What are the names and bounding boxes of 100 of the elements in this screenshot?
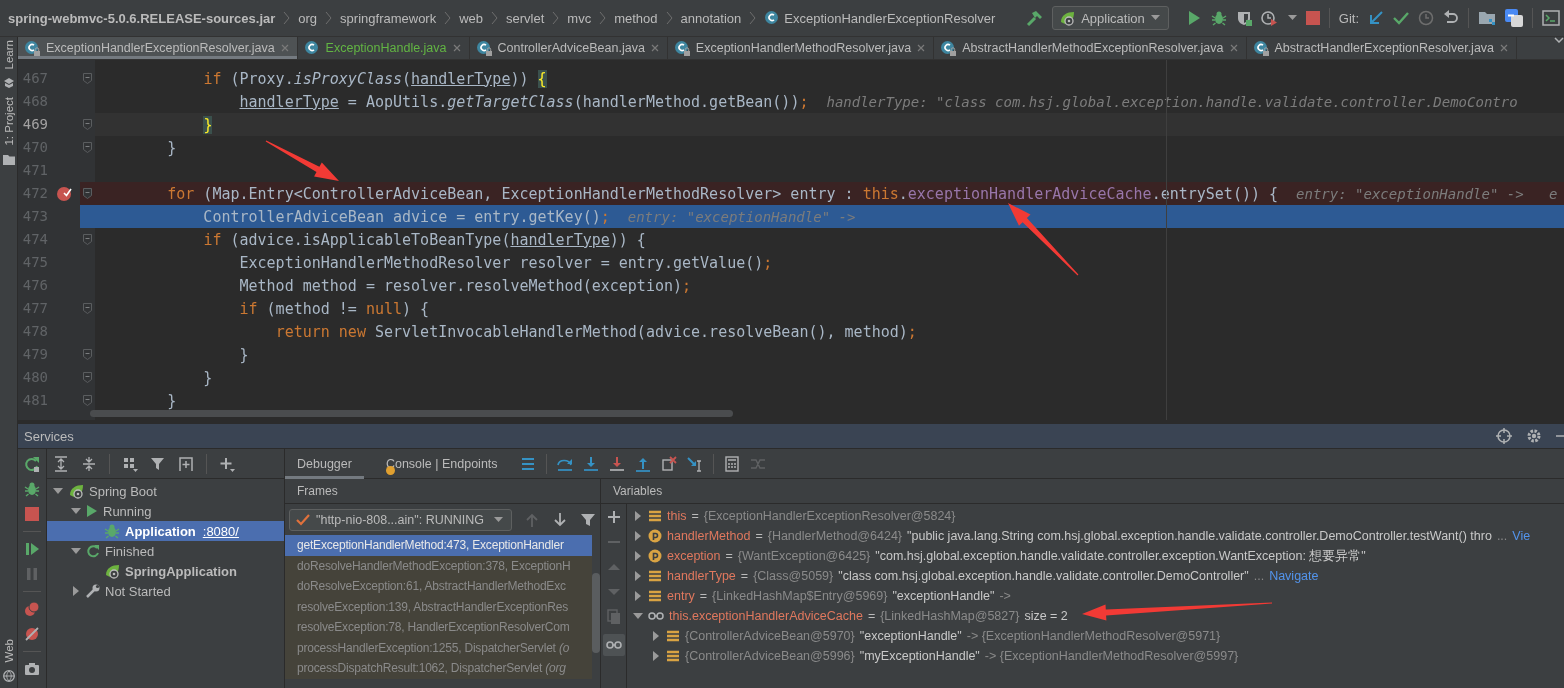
target-icon[interactable] bbox=[1496, 428, 1512, 444]
update-project-icon[interactable] bbox=[1368, 10, 1384, 26]
layout-icon[interactable] bbox=[519, 455, 536, 472]
close-icon[interactable] bbox=[1500, 44, 1509, 52]
debugger-tab[interactable]: Debugger bbox=[285, 448, 364, 479]
collapse-all-icon[interactable] bbox=[81, 455, 97, 472]
mute-breakpoints-icon[interactable] bbox=[24, 626, 40, 642]
globe-icon[interactable] bbox=[2, 670, 15, 682]
add-icon[interactable] bbox=[605, 509, 622, 525]
tab-list-caret-icon[interactable] bbox=[1554, 37, 1564, 43]
add-icon[interactable] bbox=[219, 455, 235, 472]
coverage-icon[interactable] bbox=[1235, 10, 1252, 26]
step-out-icon[interactable] bbox=[634, 455, 651, 472]
breakpoint-icon[interactable] bbox=[56, 185, 72, 202]
expanded-arrow-icon[interactable] bbox=[633, 611, 643, 621]
editor-tab[interactable]: AbstractHandlerMethodExceptionResolver.java bbox=[934, 37, 1247, 59]
breadcrumb-item[interactable]: springframework bbox=[340, 10, 437, 26]
tree-item[interactable]: Application :8080/ bbox=[47, 521, 284, 541]
port-link[interactable]: :8080/ bbox=[202, 523, 239, 539]
down-arrow-icon[interactable] bbox=[552, 512, 568, 528]
breadcrumb-item[interactable]: web bbox=[459, 10, 484, 26]
breadcrumb-item[interactable]: mvc bbox=[567, 10, 592, 26]
variable-row[interactable]: entry = {LinkedHashMap$Entry@5969} "exceptionHandle" -> bbox=[627, 586, 1564, 606]
variable-row[interactable]: exception = {WantException@6425} "com.hsj.global.exception.handle.validate.controller.exception.WantException: 想要异常" bbox=[627, 546, 1564, 566]
variable-row[interactable]: {ControllerAdviceBean@5970} "exceptionHandle" -> {ExceptionHandlerMethodResolver@5971} bbox=[627, 626, 1564, 646]
tree-item[interactable]: Spring Boot bbox=[47, 481, 284, 501]
step-into-icon[interactable] bbox=[582, 455, 599, 472]
stack-frame[interactable]: doResolveHandlerMethodException:378, ExceptionH bbox=[285, 555, 592, 576]
stack-frame[interactable]: getExceptionHandlerMethod:473, ExceptionHandler bbox=[285, 535, 592, 556]
close-icon[interactable] bbox=[650, 44, 659, 52]
camera-icon[interactable] bbox=[24, 661, 40, 677]
tool-window-button[interactable]: 1: Project bbox=[0, 97, 17, 146]
variable-row[interactable]: this.exceptionHandlerAdviceCache = {LinkedHashMap@5827} size = 2 bbox=[627, 606, 1564, 626]
collapsed-arrow-icon[interactable] bbox=[651, 631, 661, 641]
collapsed-arrow-icon[interactable] bbox=[633, 571, 643, 581]
settings-icon[interactable] bbox=[1526, 428, 1542, 444]
stop-icon[interactable] bbox=[24, 506, 40, 522]
expanded-arrow-icon[interactable] bbox=[71, 506, 81, 516]
fold-marker-icon[interactable] bbox=[83, 119, 92, 130]
folder-icon[interactable] bbox=[2, 154, 15, 165]
filter-icon[interactable] bbox=[580, 512, 596, 528]
folder-icon[interactable] bbox=[1478, 10, 1496, 26]
fold-marker-icon[interactable] bbox=[83, 188, 92, 199]
close-icon[interactable] bbox=[1229, 44, 1238, 52]
collapsed-arrow-icon[interactable] bbox=[633, 511, 643, 521]
editor-tab[interactable]: ExceptionHandle.java bbox=[297, 37, 470, 59]
navigate-link[interactable]: Navigate bbox=[1269, 569, 1319, 583]
stack-frame[interactable]: processDispatchResult:1062, DispatcherServlet (org bbox=[285, 658, 592, 679]
history-icon[interactable] bbox=[1418, 10, 1434, 26]
expand-all-icon[interactable] bbox=[53, 455, 69, 472]
navigate-link[interactable]: Vie bbox=[1512, 529, 1531, 543]
breadcrumb-item[interactable]: ExceptionHandlerExceptionResolver bbox=[764, 10, 996, 26]
caret-down-icon[interactable] bbox=[494, 517, 503, 523]
collapsed-arrow-icon[interactable] bbox=[651, 651, 661, 661]
breadcrumb-item[interactable]: org bbox=[298, 10, 318, 26]
fold-marker-icon[interactable] bbox=[83, 303, 92, 314]
vertical-scrollbar[interactable] bbox=[592, 573, 600, 653]
add-service-icon[interactable] bbox=[178, 455, 194, 472]
breadcrumb-item[interactable]: servlet bbox=[506, 10, 545, 26]
calculator-icon[interactable] bbox=[723, 455, 740, 472]
fold-marker-icon[interactable] bbox=[83, 349, 92, 360]
revert-icon[interactable] bbox=[1443, 10, 1459, 26]
rerun-icon[interactable] bbox=[24, 456, 40, 472]
expanded-arrow-icon[interactable] bbox=[71, 546, 81, 556]
group-by-icon[interactable] bbox=[122, 455, 138, 472]
breadcrumb-item[interactable]: method bbox=[614, 10, 658, 26]
hammer-icon[interactable] bbox=[1025, 9, 1044, 27]
breakpoints-icon[interactable] bbox=[24, 601, 40, 617]
tree-item[interactable]: Not Started bbox=[47, 581, 284, 601]
commit-icon[interactable] bbox=[1393, 10, 1409, 26]
variable-row[interactable]: this = {ExceptionHandlerExceptionResolver@5824} bbox=[627, 506, 1564, 526]
learn-icon[interactable] bbox=[2, 77, 15, 90]
horizontal-scrollbar[interactable] bbox=[90, 410, 733, 417]
breadcrumb-item[interactable]: annotation bbox=[680, 10, 742, 26]
editor-tab[interactable]: ControllerAdviceBean.java bbox=[469, 37, 668, 59]
run-to-cursor-icon[interactable] bbox=[686, 455, 703, 472]
filter-icon[interactable] bbox=[150, 455, 166, 472]
collapsed-arrow-icon[interactable] bbox=[71, 586, 81, 596]
collapsed-arrow-icon[interactable] bbox=[633, 551, 643, 561]
close-icon[interactable] bbox=[452, 44, 461, 52]
editor-tab[interactable]: ExceptionHandlerExceptionResolver.java bbox=[18, 37, 298, 59]
debugger-tab[interactable]: Console | Endpoints bbox=[373, 448, 510, 479]
editor-tab[interactable]: AbstractHandlerExceptionResolver.java bbox=[1246, 37, 1518, 59]
profiler-menu-caret-icon[interactable] bbox=[1287, 15, 1297, 21]
fold-marker-icon[interactable] bbox=[83, 372, 92, 383]
terminal-icon[interactable] bbox=[1542, 10, 1560, 26]
thread-dropdown[interactable]: "http-nio-808...ain": RUNNING bbox=[289, 509, 512, 531]
fold-marker-icon[interactable] bbox=[83, 73, 92, 84]
tool-window-button[interactable]: Web bbox=[0, 638, 17, 662]
breadcrumb-item[interactable]: spring-webmvc-5.0.6.RELEASE-sources.jar bbox=[8, 10, 276, 26]
variable-row[interactable]: handlerMethod = {HandlerMethod@6424} "public java.lang.String com.hsj.global.exception.handle.validate.controller.DemoController.testWant() thro ... Vie bbox=[627, 526, 1564, 546]
fold-marker-icon[interactable] bbox=[83, 234, 92, 245]
stack-frame[interactable]: resolveException:139, AbstractHandlerExceptionRes bbox=[285, 596, 592, 617]
debug-icon[interactable] bbox=[1210, 10, 1227, 26]
run-configuration-dropdown[interactable]: Application bbox=[1052, 6, 1169, 30]
close-icon[interactable] bbox=[917, 44, 926, 52]
stack-frame[interactable]: doResolveException:61, AbstractHandlerMethodExc bbox=[285, 576, 592, 597]
editor-tab[interactable]: ExceptionHandlerMethodResolver.java bbox=[667, 37, 935, 59]
resume-icon[interactable] bbox=[24, 541, 40, 557]
tool-window-button[interactable]: Learn bbox=[0, 40, 17, 70]
